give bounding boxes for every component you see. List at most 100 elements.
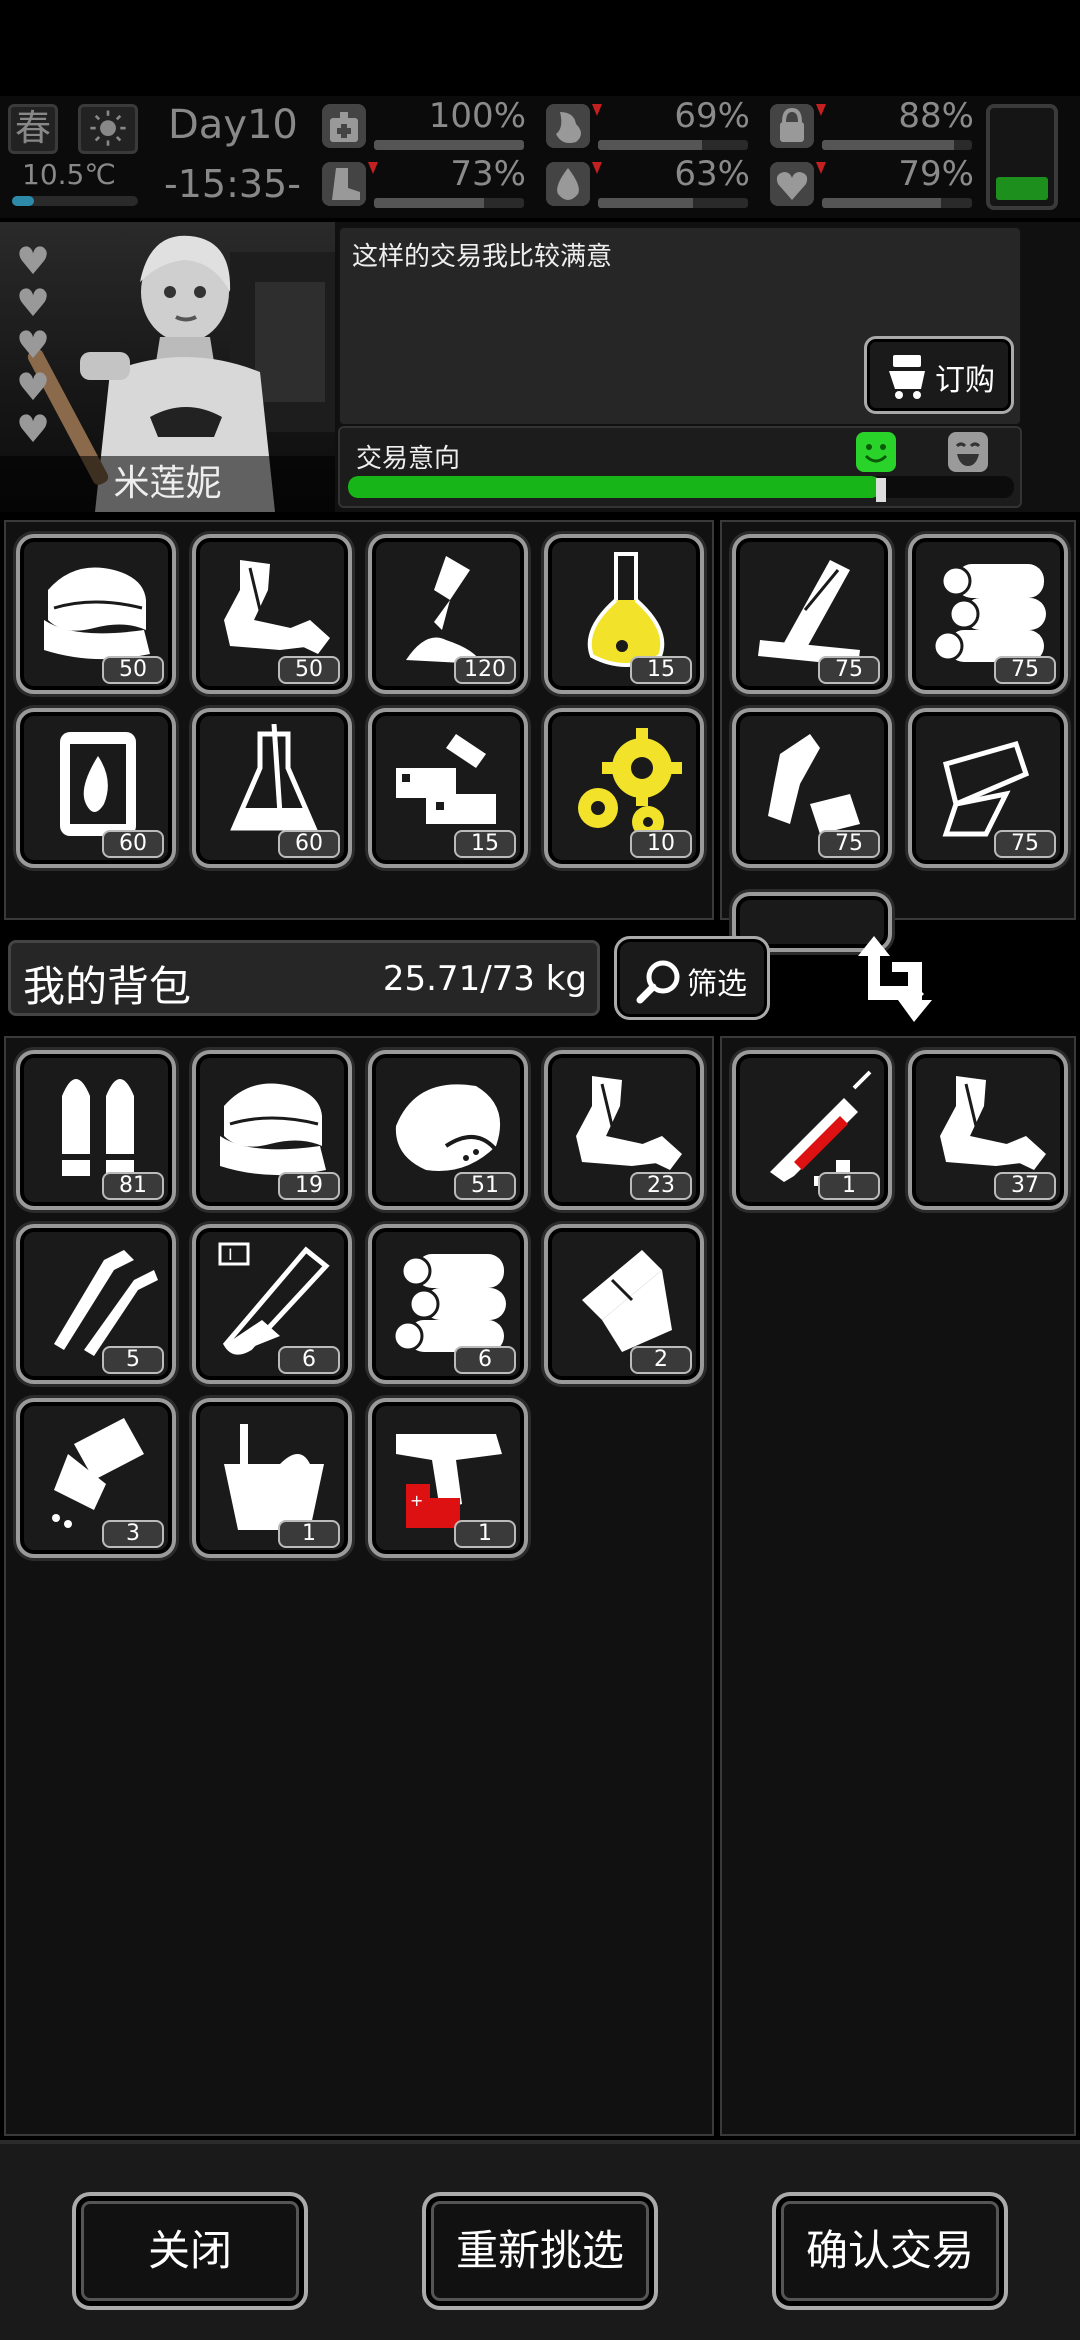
bullets-icon — [62, 1079, 134, 1176]
item-count: 15 — [630, 656, 692, 684]
bucket-icon — [224, 1424, 324, 1530]
meat-icon — [395, 1084, 501, 1171]
speech-box: 这样的交易我比较满意 订购 — [338, 226, 1022, 426]
backpack-inventory[interactable]: 81 19 51 23 5 I 6 6 2 3 1 +1 — [4, 1036, 714, 2136]
item-count: 1 — [278, 1520, 340, 1548]
npc-portrait[interactable]: ♥ ♥ ♥ ♥ ♥ 米莲妮 — [0, 222, 335, 512]
item-slot[interactable]: 75 — [908, 708, 1068, 868]
arrow-down-icon — [368, 162, 378, 174]
backpack-header: 我的背包 25.71/73 kg — [8, 940, 600, 1016]
item-slot[interactable]: 23 — [544, 1050, 704, 1210]
syringe-icon — [770, 1070, 872, 1186]
item-count: 37 — [994, 1172, 1056, 1200]
item-count: 75 — [994, 830, 1056, 858]
trader-offer[interactable]: 75 75 75 75 — [720, 520, 1076, 952]
glue-tube-icon — [406, 556, 482, 664]
item-count: 23 — [630, 1172, 692, 1200]
confirm-trade-button[interactable]: 确认交易 — [772, 2192, 1008, 2310]
item-slot[interactable]: 37 — [908, 1050, 1068, 1210]
stat-value: 73% — [450, 154, 526, 194]
speech-text: 这样的交易我比较满意 — [352, 242, 613, 272]
item-slot[interactable]: 75 — [732, 534, 892, 694]
stat-bar — [598, 198, 748, 208]
item-slot[interactable]: I6 — [192, 1224, 352, 1384]
test-tube-icon: I — [218, 1242, 330, 1355]
item-slot[interactable]: 50 — [192, 534, 352, 694]
item-count: 81 — [102, 1172, 164, 1200]
item-slot[interactable]: 1 — [732, 1050, 892, 1210]
item-slot[interactable]: 81 — [16, 1050, 176, 1210]
item-count: 5 — [102, 1346, 164, 1374]
stat-boot: 73% — [322, 154, 532, 211]
backpack-weight: 25.71/73 kg — [382, 959, 587, 999]
stat-bar — [822, 198, 972, 208]
item-slot[interactable]: 6 — [368, 1224, 528, 1384]
item-count: 75 — [994, 656, 1056, 684]
stat-heart: 79% — [770, 154, 980, 211]
close-button[interactable]: 关闭 — [72, 2192, 308, 2310]
swap-icon[interactable] — [856, 932, 936, 1024]
water-drop-icon — [546, 162, 590, 206]
grinning-face-icon — [948, 432, 988, 472]
temperature-label: 10.5℃ — [22, 158, 116, 191]
paper-rolls-icon — [582, 1250, 672, 1352]
stat-bar — [374, 140, 524, 150]
action-bar: 关闭 重新挑选 确认交易 — [0, 2140, 1080, 2340]
heart-icon: ♥ — [16, 323, 51, 367]
item-slot[interactable]: 5 — [16, 1224, 176, 1384]
item-slot[interactable]: 15 — [368, 708, 528, 868]
trade-intent-marker — [875, 478, 886, 502]
electronics-icon — [396, 734, 496, 824]
logs-icon — [392, 1254, 506, 1352]
stat-bar — [822, 140, 972, 150]
affinity-hearts: ♥ ♥ ♥ ♥ ♥ — [16, 242, 58, 452]
filter-button[interactable]: 筛选 — [614, 936, 770, 1020]
item-slot[interactable]: 19 — [192, 1050, 352, 1210]
arrow-down-icon — [816, 162, 826, 174]
item-slot[interactable]: 50 — [16, 534, 176, 694]
boot-icon — [322, 162, 366, 206]
stat-bar — [374, 198, 524, 208]
item-slot[interactable]: 2 — [544, 1224, 704, 1384]
item-count: 1 — [454, 1520, 516, 1548]
pills-bottle-icon — [52, 1418, 144, 1528]
screws-icon — [54, 1250, 158, 1356]
item-slot[interactable]: 120 — [368, 534, 528, 694]
medkit-icon — [322, 104, 366, 148]
happy-face-icon — [856, 432, 896, 472]
item-count: 50 — [278, 656, 340, 684]
item-count: 51 — [454, 1172, 516, 1200]
trader-inventory[interactable]: 50 50 120 15 60 60 15 10 — [4, 520, 714, 920]
item-count: 6 — [278, 1346, 340, 1374]
beaker-icon — [230, 724, 318, 831]
item-slot[interactable]: 15 — [544, 534, 704, 694]
item-slot[interactable]: 60 — [192, 708, 352, 868]
heart-icon: ♥ — [16, 407, 51, 451]
item-count: 75 — [818, 830, 880, 858]
item-count: 6 — [454, 1346, 516, 1374]
stat-value: 79% — [898, 154, 974, 194]
reselect-button[interactable]: 重新挑选 — [422, 2192, 658, 2310]
item-slot[interactable]: 1 — [192, 1398, 352, 1558]
stat-value: 88% — [898, 96, 974, 136]
item-count: 75 — [818, 656, 880, 684]
item-slot[interactable]: 60 — [16, 708, 176, 868]
item-slot[interactable]: 3 — [16, 1398, 176, 1558]
item-count: 3 — [102, 1520, 164, 1548]
item-count: 50 — [102, 656, 164, 684]
item-slot[interactable]: 75 — [908, 534, 1068, 694]
item-slot[interactable]: +1 — [368, 1398, 528, 1558]
item-slot[interactable]: 75 — [732, 708, 892, 868]
stat-value: 100% — [428, 96, 526, 136]
item-slot[interactable]: 51 — [368, 1050, 528, 1210]
item-slot[interactable]: 10 — [544, 708, 704, 868]
order-button[interactable]: 订购 — [864, 336, 1014, 414]
search-icon — [636, 960, 680, 1004]
logs-icon — [932, 564, 1046, 662]
day-label: Day10 — [168, 102, 298, 148]
fuel-barrel-icon — [60, 732, 136, 836]
gears-icon — [578, 728, 682, 838]
player-offer[interactable]: 1 37 — [720, 1036, 1076, 2136]
item-count: 60 — [278, 830, 340, 858]
stomach-icon — [546, 104, 590, 148]
